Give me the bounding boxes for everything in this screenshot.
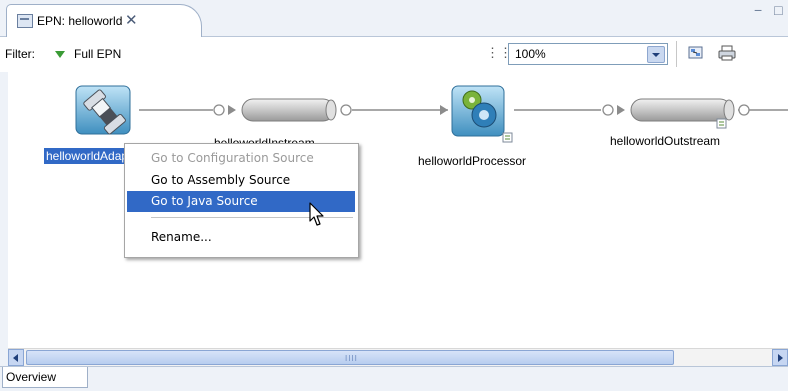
chevron-down-icon[interactable] xyxy=(647,46,665,63)
menu-item-go-to-assembly-source[interactable]: Go to Assembly Source xyxy=(127,170,355,191)
mouse-pointer-icon xyxy=(309,202,324,226)
scroll-left-arrow-icon[interactable] xyxy=(8,349,24,366)
filter-value[interactable]: Full EPN xyxy=(74,47,121,61)
context-menu: Go to Configuration Source Go to Assembl… xyxy=(124,143,359,258)
export-image-icon[interactable] xyxy=(688,45,704,61)
filter-toolbar: Filter: Full EPN ⋮⋮ 100% xyxy=(0,37,788,71)
scrollbar-grip: IIII xyxy=(345,354,358,363)
outstream-node-label[interactable]: helloworldOutstream xyxy=(610,134,720,148)
window-controls[interactable]: − □ xyxy=(754,2,787,18)
editor-tab[interactable]: EPN: helloworld ✕ xyxy=(6,4,202,37)
zoom-combo[interactable]: 100% xyxy=(508,43,668,65)
editor-tab-title: EPN: helloworld xyxy=(37,14,123,28)
menu-item-rename[interactable]: Rename... xyxy=(127,227,355,248)
epn-editor-icon xyxy=(17,14,33,28)
processor-node-label[interactable]: helloworldProcessor xyxy=(418,154,526,168)
scroll-right-arrow-icon[interactable] xyxy=(772,349,788,366)
adapter-node[interactable] xyxy=(75,85,131,135)
tab-overview[interactable]: Overview xyxy=(2,367,88,388)
adapter-node-label[interactable]: helloworldAdapter xyxy=(44,148,128,164)
close-icon[interactable]: ✕ xyxy=(125,11,138,29)
toolbar-separator xyxy=(676,41,677,67)
zoom-value: 100% xyxy=(515,47,546,61)
print-icon[interactable] xyxy=(718,45,736,61)
bottom-tab-bar: Overview xyxy=(0,366,788,391)
epn-diagram xyxy=(75,85,788,143)
horizontal-scrollbar[interactable]: IIII xyxy=(8,348,788,366)
processor-node[interactable] xyxy=(451,85,513,143)
instream-channel-node[interactable] xyxy=(241,98,337,122)
menu-item-go-to-configuration-source: Go to Configuration Source xyxy=(151,151,314,165)
filter-label: Filter: xyxy=(5,47,35,61)
scrollbar-thumb[interactable]: IIII xyxy=(26,350,674,365)
outstream-channel-node[interactable] xyxy=(630,98,735,129)
filter-dropdown-icon[interactable] xyxy=(55,51,65,58)
